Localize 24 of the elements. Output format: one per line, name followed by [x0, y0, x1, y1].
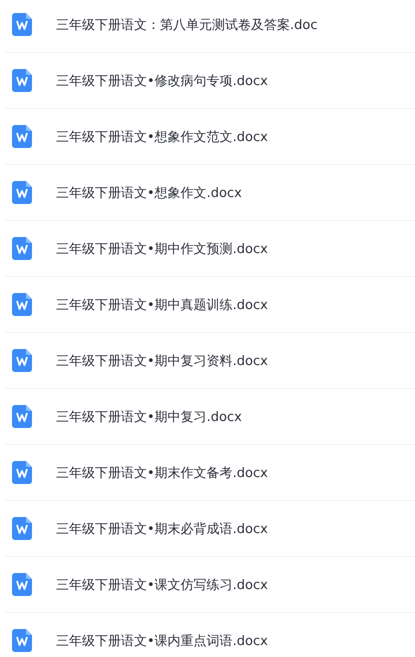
document-icon	[12, 181, 32, 204]
document-icon	[12, 461, 32, 484]
file-name[interactable]: 三年级下册语文•课文仿写练习.docx	[56, 576, 268, 594]
document-icon	[12, 125, 32, 148]
document-icon	[12, 349, 32, 372]
document-icon	[12, 405, 32, 428]
document-icon	[12, 629, 32, 652]
file-name[interactable]: 三年级下册语文•期中复习.docx	[56, 408, 242, 426]
document-icon	[12, 573, 32, 596]
document-icon	[12, 237, 32, 260]
file-name[interactable]: 三年级下册语文•期中作文预测.docx	[56, 240, 268, 258]
file-name[interactable]: 三年级下册语文•修改病句专项.docx	[56, 72, 268, 90]
file-name[interactable]: 三年级下册语文•期末必背成语.docx	[56, 520, 268, 538]
document-icon	[12, 69, 32, 92]
file-name[interactable]: 三年级下册语文•想象作文.docx	[56, 184, 242, 202]
file-name[interactable]: 三年级下册语文•期末作文备考.docx	[56, 464, 268, 482]
file-name[interactable]: 三年级下册语文•期中真题训练.docx	[56, 296, 268, 314]
document-icon	[12, 13, 32, 36]
file-name[interactable]: 三年级下册语文•期中复习资料.docx	[56, 352, 268, 370]
document-icon	[12, 293, 32, 316]
file-name[interactable]: 三年级下册语文•想象作文范文.docx	[56, 128, 268, 146]
document-icon	[12, 517, 32, 540]
file-name[interactable]: 三年级下册语文•课内重点词语.docx	[56, 632, 268, 650]
file-name[interactable]: 三年级下册语文：第八单元测试卷及答案.doc	[56, 16, 318, 34]
